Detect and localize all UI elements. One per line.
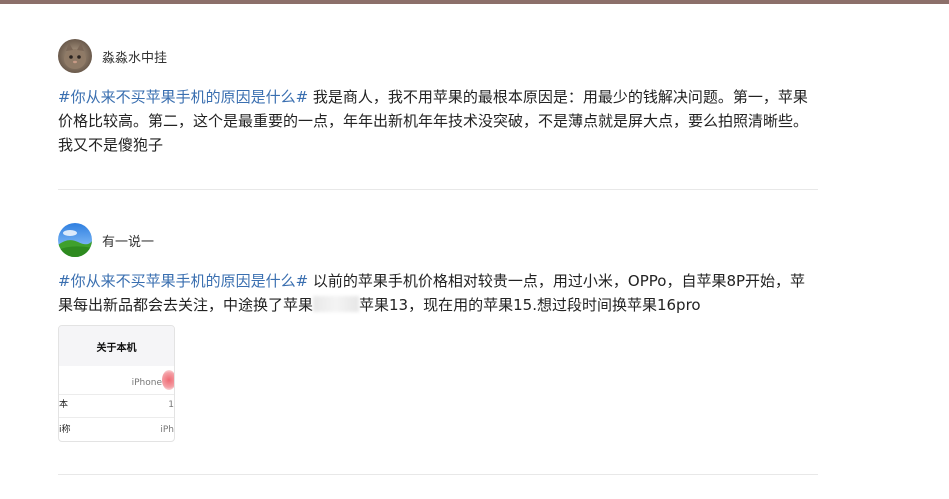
user-avatar[interactable] xyxy=(58,223,92,257)
post-text: #你从来不买苹果手机的原因是什么# 以前的苹果手机价格相对较贵一点，用过小米，O… xyxy=(58,269,818,317)
thumbnail-row: i称 iPh xyxy=(59,423,174,437)
thumbnail-row: 本 1 xyxy=(59,398,174,412)
user-avatar[interactable] xyxy=(58,39,92,73)
hashtag-link[interactable]: #你从来不买苹果手机的原因是什么# xyxy=(58,272,308,290)
post-body-continued: 苹果13，现在用的苹果15.想过段时间换苹果16pro xyxy=(359,296,701,314)
hashtag-link[interactable]: #你从来不买苹果手机的原因是什么# xyxy=(58,88,308,106)
thumbnail-device-label: iPhone xyxy=(131,378,162,388)
thumbnail-title: 关于本机 xyxy=(59,326,174,366)
thumbnail-row-value: iPh xyxy=(160,425,174,435)
post-image-thumbnail[interactable]: 关于本机 iPhone 本 1 i称 iPh xyxy=(58,325,175,442)
landscape-avatar-icon xyxy=(58,223,92,257)
red-blur-mark xyxy=(162,370,174,390)
thumbnail-divider xyxy=(59,394,174,395)
post-divider xyxy=(58,474,818,475)
post-header: 有一说一 xyxy=(58,222,154,258)
post-text: #你从来不买苹果手机的原因是什么# 我是商人，我不用苹果的最根本原因是：用最少的… xyxy=(58,85,818,157)
username[interactable]: 淼淼水中挂 xyxy=(102,47,167,66)
username[interactable]: 有一说一 xyxy=(102,231,154,250)
thumbnail-row-key: 本 xyxy=(59,400,69,410)
post-divider xyxy=(58,189,818,190)
post-feed: 淼淼水中挂 #你从来不买苹果手机的原因是什么# 我是商人，我不用苹果的最根本原因… xyxy=(0,0,949,499)
thumbnail-row-value: 1 xyxy=(168,400,174,410)
thumbnail-divider xyxy=(59,417,174,418)
cat-avatar-icon xyxy=(58,39,92,73)
redacted-text xyxy=(313,296,360,312)
post-header: 淼淼水中挂 xyxy=(58,38,167,74)
thumbnail-row-key: i称 xyxy=(59,425,71,435)
